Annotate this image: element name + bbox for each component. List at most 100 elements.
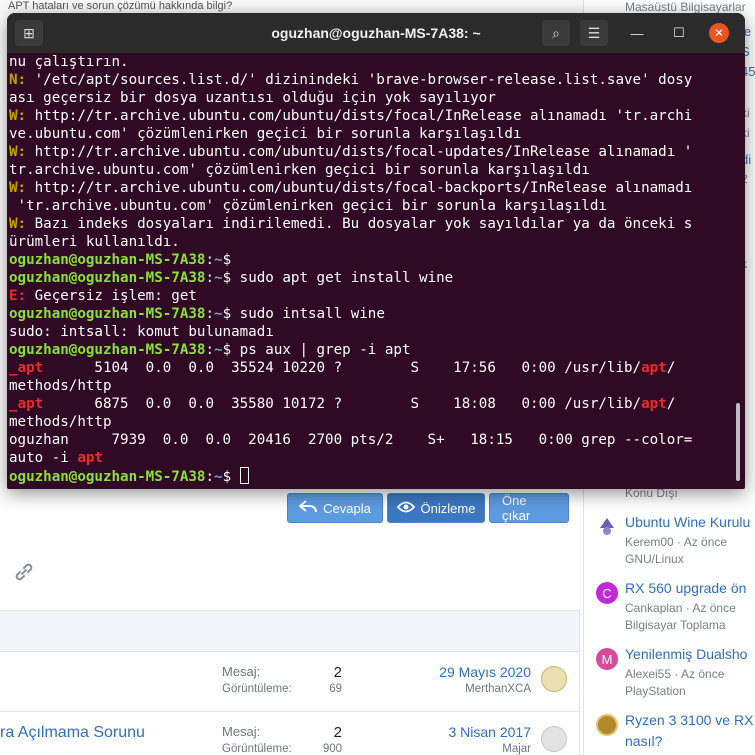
- new-tab-icon: ⊞: [23, 24, 35, 41]
- output-text: 6875 0.0 0.0 35580 10172 ? S 18:08 0:00 …: [43, 396, 642, 412]
- sidebar-latest-item[interactable]: M Yenilenmiş Dualsho Alexei55 · Az önce …: [596, 646, 755, 702]
- prompt-separator: :: [205, 270, 215, 286]
- terminal-line: nu çalıştırın.: [9, 53, 733, 71]
- reply-button[interactable]: Cevapla: [287, 493, 383, 523]
- warning-tag: W:: [9, 108, 35, 124]
- prompt-directory: ~: [214, 306, 223, 322]
- terminal-line: tr.archive.ubuntu.com' çözümlenirken geç…: [9, 161, 733, 179]
- output-text: tr.archive.ubuntu.com' çözümlenirken geç…: [9, 162, 590, 178]
- sidebar-top-fragment: Masaüstü Bilgisayarlar: [625, 0, 746, 14]
- prompt-symbol: $: [222, 270, 240, 286]
- terminal-line: auto -i apt: [9, 449, 733, 467]
- terminal-line: methods/http: [9, 377, 733, 395]
- prompt-symbol: $: [222, 252, 240, 268]
- thread-title[interactable]: ra Açılmama Sorunu: [0, 724, 145, 742]
- terminal-line: W: Bazı indeks dosyaları indirilemedi. B…: [9, 215, 733, 233]
- command-text: sudo apt get install wine: [239, 270, 454, 286]
- preview-button[interactable]: Önizleme: [387, 493, 485, 523]
- reply-arrow-icon: [298, 499, 318, 517]
- thread-last-user[interactable]: MerthanXCA: [465, 683, 531, 695]
- menu-button[interactable]: ☰: [580, 20, 608, 46]
- prompt-directory: ~: [214, 342, 223, 358]
- maximize-button[interactable]: ☐: [669, 23, 689, 43]
- terminal-line: _apt 5104 0.0 0.0 35524 10220 ? S 17:56 …: [9, 359, 733, 377]
- prompt-user: oguzhan@oguzhan-MS-7A38: [9, 469, 206, 485]
- avatar[interactable]: [541, 726, 567, 752]
- terminal-line: N: '/etc/apt/sources.list.d/' dizinindek…: [9, 71, 733, 89]
- sidebar-latest-item[interactable]: Ryzen 3 3100 ve RX nasıl?: [596, 712, 755, 755]
- sidebar-latest-item[interactable]: Ubuntu Wine Kurulu Kerem00 · Az önce GNU…: [596, 514, 755, 570]
- terminal-titlebar[interactable]: oguzhan@oguzhan-MS-7A38: ~ ⊞ ⌕ ☰ — ☐ ✕: [7, 13, 745, 53]
- sidebar-item-title[interactable]: RX 560 upgrade ön: [625, 580, 746, 596]
- views-count: 900: [322, 743, 342, 755]
- feature-button[interactable]: Öne çıkar: [489, 493, 569, 523]
- views-count: 69: [329, 683, 342, 695]
- sidebar-latest-item[interactable]: C RX 560 upgrade ön Cankaplan · Az önce …: [596, 580, 755, 636]
- avatar: M: [596, 648, 618, 670]
- preview-button-label: Önizleme: [420, 500, 476, 516]
- terminal-scrollbar[interactable]: [736, 403, 740, 481]
- prompt-separator: :: [205, 469, 215, 485]
- avatar: [596, 516, 618, 538]
- similar-threads-header: [0, 610, 580, 652]
- warning-tag: W:: [9, 216, 35, 232]
- terminal-line: 'tr.archive.ubuntu.com' çözümlenirken ge…: [9, 197, 733, 215]
- sidebar-item-title[interactable]: Yenilenmiş Dualsho: [625, 646, 747, 662]
- prompt-symbol: $: [222, 469, 240, 485]
- thread-last-user[interactable]: Majar: [502, 743, 531, 755]
- terminal-line: _apt 6875 0.0 0.0 35580 10172 ? S 18:08 …: [9, 395, 733, 413]
- sidebar-item-forum[interactable]: GNU/Linux: [625, 552, 684, 566]
- output-text: ası geçersiz bir dosya uzantısı olduğu i…: [9, 90, 496, 106]
- prompt-separator: :: [205, 306, 215, 322]
- eye-icon: [396, 501, 415, 516]
- sidebar-item-meta: Cankaplan · Az önce: [625, 601, 736, 615]
- avatar: C: [596, 582, 618, 604]
- output-text: oguzhan 7939 0.0 0.0 20416 2700 pts/2 S+…: [9, 432, 693, 448]
- terminal-output[interactable]: nu çalıştırın. N: '/etc/apt/sources.list.…: [9, 53, 733, 489]
- output-text: 5104 0.0 0.0 35524 10220 ? S 17:56 0:00 …: [43, 360, 642, 376]
- sidebar-item-forum[interactable]: Bilgisayar Toplama: [625, 618, 726, 632]
- thread-date[interactable]: 29 Mayıs 2020: [439, 664, 531, 680]
- output-text: ürümleri kullanıldı.: [9, 234, 180, 250]
- prompt-directory: ~: [214, 469, 223, 485]
- sidebar-item-title[interactable]: Ubuntu Wine Kurulu: [625, 514, 750, 530]
- terminal-line: oguzhan@oguzhan-MS-7A38:~$ sudo intsall …: [9, 305, 733, 323]
- output-text: Bazı indeks dosyaları indirilemedi. Bu d…: [34, 216, 693, 232]
- terminal-line: oguzhan@oguzhan-MS-7A38:~$ ps aux | grep…: [9, 341, 733, 359]
- terminal-window[interactable]: oguzhan@oguzhan-MS-7A38: ~ ⊞ ⌕ ☰ — ☐ ✕ n…: [7, 13, 745, 489]
- prompt-symbol: $: [222, 342, 240, 358]
- close-icon: ✕: [713, 26, 725, 40]
- terminal-line: oguzhan 7939 0.0 0.0 20416 2700 pts/2 S+…: [9, 431, 733, 449]
- search-button[interactable]: ⌕: [542, 20, 570, 46]
- close-button[interactable]: ✕: [709, 23, 729, 43]
- command-text: ps aux | grep -i apt: [239, 342, 411, 358]
- prompt-separator: :: [205, 252, 215, 268]
- grep-match: apt: [641, 396, 667, 412]
- minimize-button[interactable]: —: [627, 23, 647, 43]
- grep-match: apt: [77, 450, 103, 466]
- terminal-line: E: Geçersiz işlem: get: [9, 287, 733, 305]
- sidebar-item-title-cont[interactable]: nasıl?: [625, 733, 662, 749]
- hamburger-menu-icon: ☰: [587, 24, 601, 41]
- sidebar-item-title[interactable]: Ryzen 3 3100 ve RX: [625, 712, 753, 728]
- output-text: http://tr.archive.ubuntu.com/ubuntu/dist…: [34, 180, 693, 196]
- sidebar-item-meta: Alexei55 · Az önce: [625, 667, 725, 681]
- replies-count: 2: [333, 724, 342, 741]
- link-icon[interactable]: [12, 560, 38, 586]
- terminal-line: oguzhan@oguzhan-MS-7A38:~$ sudo apt get …: [9, 269, 733, 287]
- output-text: http://tr.archive.ubuntu.com/ubuntu/dist…: [34, 144, 693, 160]
- thread-row[interactable]: Mesaj: 2 Görüntüleme: 69 29 Mayıs 2020 M…: [0, 652, 580, 712]
- prompt-user: oguzhan@oguzhan-MS-7A38: [9, 306, 206, 322]
- thread-row[interactable]: ra Açılmama Sorunu Mesaj: 2 Görüntüleme:…: [0, 712, 580, 755]
- terminal-line: ve.ubuntu.com' çözümlenirken geçici bir …: [9, 125, 733, 143]
- thread-date[interactable]: 3 Nisan 2017: [448, 724, 531, 740]
- avatar[interactable]: [541, 666, 567, 692]
- new-tab-button[interactable]: ⊞: [15, 20, 43, 46]
- terminal-cursor: [239, 467, 249, 484]
- command-text: sudo intsall wine: [239, 306, 385, 322]
- minimize-icon: —: [630, 25, 644, 41]
- sidebar-item-forum[interactable]: PlayStation: [625, 684, 686, 698]
- prompt-directory: ~: [214, 270, 223, 286]
- replies-count: 2: [333, 664, 342, 681]
- terminal-line: oguzhan@oguzhan-MS-7A38:~$: [9, 251, 733, 269]
